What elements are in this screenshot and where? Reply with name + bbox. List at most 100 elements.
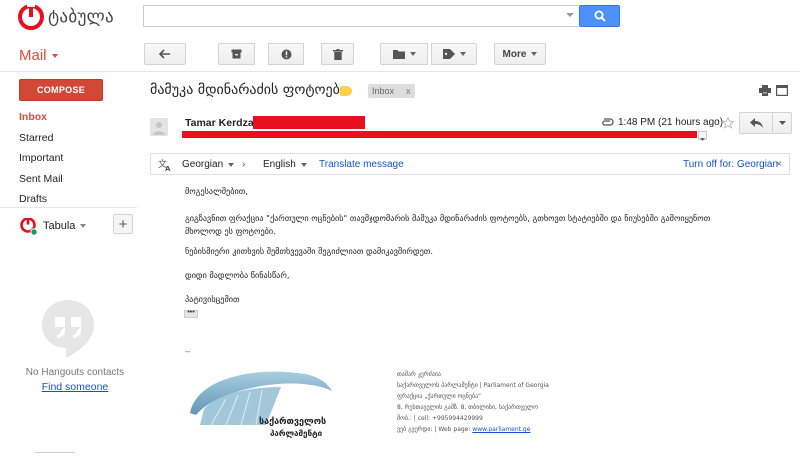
signature-web: ვებ გვერდი: | Web page: www.parliament.g…: [397, 426, 530, 433]
body-greeting: მოგესალმებით,: [185, 186, 248, 196]
sidebar-item-sent-mail[interactable]: Sent Mail: [19, 173, 63, 185]
logo-text: ტაბულა: [48, 7, 114, 27]
hangouts-divider: [0, 207, 137, 208]
close-icon[interactable]: ×: [776, 159, 782, 170]
sidebar-item-important[interactable]: Important: [19, 152, 63, 164]
website-link[interactable]: www.parliament.ge: [472, 426, 530, 433]
target-language-select[interactable]: English: [263, 159, 307, 170]
search-box[interactable]: [143, 5, 579, 27]
label-tag-icon: [442, 49, 455, 59]
search-input[interactable]: [144, 6, 564, 26]
find-someone-link[interactable]: Find someone: [0, 381, 150, 393]
message-time: 1:48 PM (21 hours ago): [618, 117, 724, 128]
attachment-icon: [602, 118, 614, 126]
logo-text-line1: საქართველოს: [259, 416, 326, 427]
labels-button[interactable]: [431, 43, 477, 65]
body-paragraph-1-cont: მხოლოდ ეს ფოტოები.: [185, 226, 276, 236]
hangouts-account[interactable]: Tabula: [19, 216, 87, 236]
search-button[interactable]: [579, 5, 620, 27]
inbox-label-chip[interactable]: Inbox x: [368, 84, 415, 98]
translate-bar: 文 A Georgian › English Translate message…: [150, 153, 790, 175]
top-bar: ტაბულა: [0, 0, 800, 40]
signature-separator: --: [185, 347, 191, 356]
reply-button[interactable]: [739, 112, 773, 134]
source-language-select[interactable]: Georgian: [182, 159, 235, 170]
parliament-logo: საქართველოს პარლამენტი: [190, 371, 332, 438]
redacted-recipients: [182, 131, 697, 138]
person-icon: [153, 122, 165, 135]
message-subject: მამუკა მდინარაძის ფოტოები: [150, 82, 348, 98]
message-more-button[interactable]: [772, 112, 792, 134]
chevron-down-icon: [300, 163, 307, 167]
delete-button[interactable]: [321, 43, 354, 65]
translate-message-link[interactable]: Translate message: [319, 159, 404, 170]
search-options-icon[interactable]: [566, 13, 574, 17]
plus-icon: +: [118, 215, 128, 233]
account-avatar-icon: [20, 216, 38, 236]
new-window-icon[interactable]: [776, 85, 788, 96]
more-label: More: [502, 48, 527, 60]
folder-icon: [392, 50, 405, 59]
reply-icon: [749, 118, 763, 128]
body-paragraph-2: ნებისმიერი კითხვის შემთხვევაში შეგიძლიათ…: [185, 246, 433, 256]
toolbar-divider: [0, 71, 800, 72]
signature-web-prefix: ვებ გვერდი: | Web page:: [397, 426, 473, 433]
body-closing: პატივისცემით: [185, 294, 240, 304]
chevron-down-icon: [409, 52, 416, 56]
search-icon: [594, 10, 606, 22]
chevron-down-icon: [531, 52, 538, 56]
more-button[interactable]: More: [494, 43, 546, 65]
chevron-down-icon: [80, 224, 87, 228]
redacted-email: [253, 116, 365, 129]
tabula-logo[interactable]: ტაბულა: [18, 4, 114, 30]
spam-icon: [281, 49, 291, 59]
chevron-down-icon: [228, 163, 235, 167]
move-to-button[interactable]: [380, 43, 428, 65]
body-paragraph-1: გიგზავნით ფრაქცია "ქართული ოცნების" თავმ…: [185, 213, 711, 223]
signature-phone: მობ.: | cell: +995994429999: [397, 415, 483, 422]
back-button[interactable]: [144, 43, 186, 65]
important-marker-icon[interactable]: [340, 86, 352, 96]
trash-icon: [332, 48, 343, 60]
turn-off-translate-link[interactable]: Turn off for: Georgian: [683, 159, 778, 170]
translate-icon: 文 A: [158, 158, 171, 171]
signature-name: თამარ კერძაია: [397, 371, 441, 378]
chevron-down-icon: [700, 138, 705, 141]
new-hangout-button[interactable]: +: [113, 214, 133, 234]
star-icon[interactable]: [722, 117, 734, 129]
sidebar-item-starred[interactable]: Starred: [19, 132, 53, 144]
signature-faction: ფრაქცია „ქართული ოცნება": [397, 393, 481, 400]
gmail-window: ტაბულა Mail More COMPOSE Inbox Starred I…: [0, 0, 800, 457]
signature-address: 8, რუსთაველის გამზ. 8, თბილისი, საქართვე…: [397, 404, 538, 411]
report-spam-button[interactable]: [268, 43, 304, 65]
mail-menu[interactable]: Mail: [19, 47, 58, 64]
account-name: Tabula: [43, 220, 76, 232]
sender-avatar: [150, 118, 168, 136]
no-hangouts-text: No Hangouts contacts: [25, 367, 125, 378]
mail-label: Mail: [19, 47, 47, 64]
back-arrow-icon: [159, 49, 170, 59]
sidebar-item-inbox[interactable]: Inbox: [19, 111, 47, 123]
chevron-down-icon: [459, 52, 466, 56]
arrow-right-icon: ›: [242, 159, 246, 170]
archive-icon: [231, 49, 242, 59]
remove-label-icon[interactable]: x: [406, 86, 411, 96]
inbox-chip-label: Inbox: [372, 86, 395, 96]
archive-button[interactable]: [218, 43, 255, 65]
chevron-down-icon: [51, 54, 58, 59]
hangouts-quote-icon: [40, 298, 96, 363]
logo-text-line2: პარლამენტი: [270, 428, 323, 438]
source-language-label: Georgian: [182, 159, 224, 170]
sidebar-item-drafts[interactable]: Drafts: [19, 193, 47, 205]
print-icon[interactable]: [759, 85, 771, 96]
chevron-down-icon: [778, 120, 786, 125]
power-logo-icon: [18, 4, 44, 30]
body-paragraph-3: დიდი მადლობა წინასწარ,: [185, 270, 290, 280]
sender-name[interactable]: Tamar Kerdzaia: [185, 117, 262, 129]
compose-button[interactable]: COMPOSE: [19, 79, 103, 101]
sidebar-bottom-divider: [35, 452, 75, 453]
show-details-button[interactable]: [698, 131, 707, 141]
target-language-label: English: [263, 159, 296, 170]
signature-org: საქართველოს პარლამენტი | Parliament of G…: [397, 382, 549, 389]
show-trimmed-content-button[interactable]: •••: [184, 309, 198, 318]
